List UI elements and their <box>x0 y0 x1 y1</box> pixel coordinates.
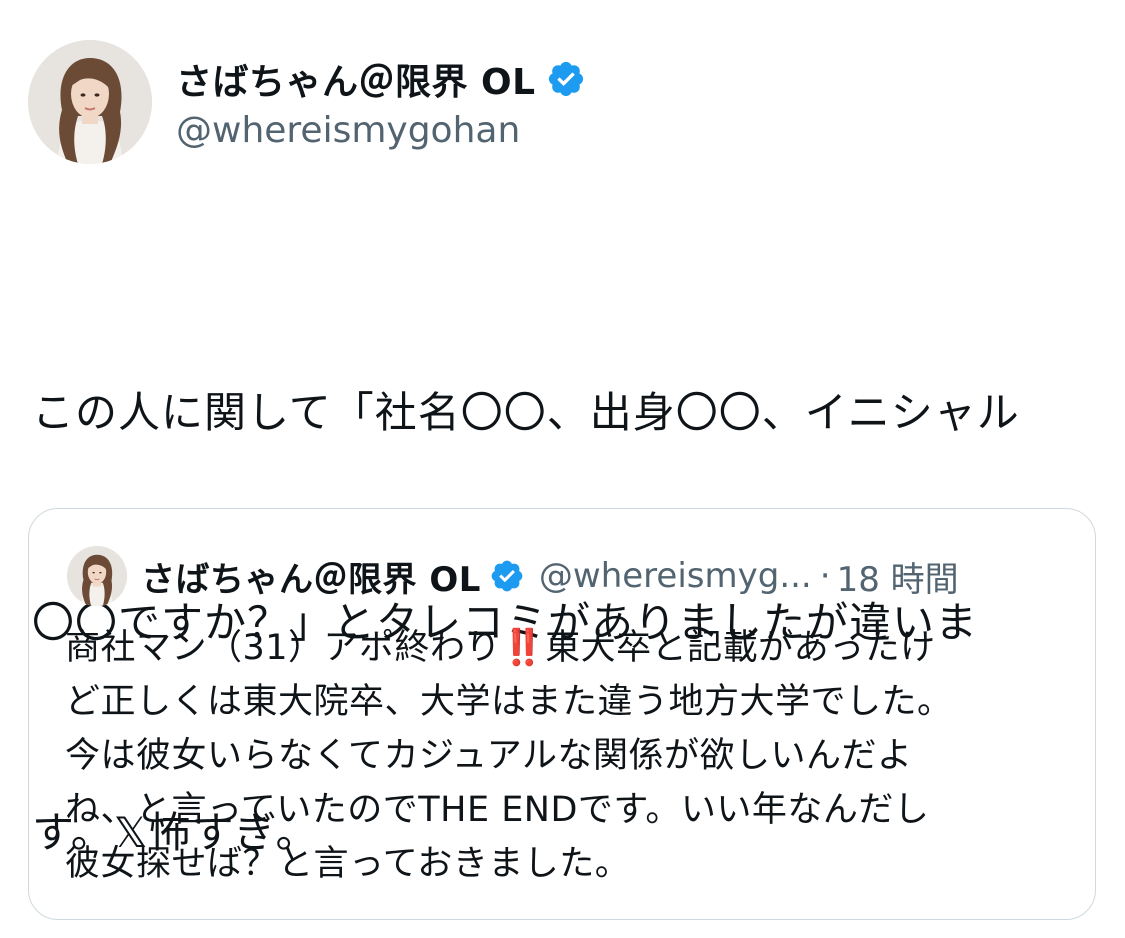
display-name-row: さばちゃん＠限界 OL <box>176 54 586 104</box>
author-block: さばちゃん＠限界 OL @whereismygohan <box>176 54 586 151</box>
quoted-text-segment: ど正しくは東大院卒、大学はまた違う地方大学でした。 <box>65 682 953 722</box>
quoted-text-segment: ね、と言っていたのでTHE ENDです。いい年なんだし <box>65 790 930 830</box>
quoted-tweet-card[interactable]: さばちゃん＠限界 OL @whereismyg... · 18 時間 商社マン（… <box>28 508 1096 920</box>
quoted-text-line: ね、と言っていたのでTHE ENDです。いい年なんだし <box>65 783 1065 837</box>
quoted-text-line: 商社マン（31）アポ終わり‼️東大卒と記載があったけ <box>65 621 1065 675</box>
quoted-author-avatar[interactable] <box>67 546 127 606</box>
quoted-author-handle[interactable]: @whereismyg... <box>539 556 812 596</box>
quoted-text-segment: 東大卒と記載があったけ <box>545 628 936 668</box>
quoted-text-segment: 商社マン（31）アポ終わり <box>65 628 502 668</box>
author-avatar[interactable] <box>28 40 152 164</box>
verified-badge-icon <box>489 558 525 594</box>
tweet-header: さばちゃん＠限界 OL @whereismygohan <box>28 40 586 164</box>
tweet-text-line: この人に関して「社名〇〇、出身〇〇、イニシャル <box>32 388 1020 437</box>
quoted-text-line: ど正しくは東大院卒、大学はまた違う地方大学でした。 <box>65 675 1065 729</box>
quoted-text-line: 彼女探せば？と言っておきました。 <box>65 837 1065 891</box>
quoted-tweet-text: 商社マン（31）アポ終わり‼️東大卒と記載があったけ ど正しくは東大院卒、大学は… <box>65 621 1065 891</box>
quoted-text-segment: 今は彼女いらなくてカジュアルな関係が欲しいんだよ <box>65 736 913 776</box>
author-display-name[interactable]: さばちゃん＠限界 OL <box>176 53 536 105</box>
author-handle[interactable]: @whereismygohan <box>176 110 586 151</box>
quoted-author-display-name[interactable]: さばちゃん＠限界 OL <box>141 552 481 601</box>
quoted-text-segment: 彼女探せば？と言っておきました。 <box>65 844 631 884</box>
quoted-text-line: 今は彼女いらなくてカジュアルな関係が欲しいんだよ <box>65 729 1065 783</box>
quoted-tweet-timestamp[interactable]: 18 時間 <box>837 552 959 601</box>
double-exclamation-icon: ‼️ <box>501 628 546 668</box>
meta-separator: · <box>819 556 831 596</box>
verified-badge-icon <box>546 59 586 99</box>
quoted-tweet-header: さばちゃん＠限界 OL @whereismyg... · 18 時間 <box>67 543 959 609</box>
